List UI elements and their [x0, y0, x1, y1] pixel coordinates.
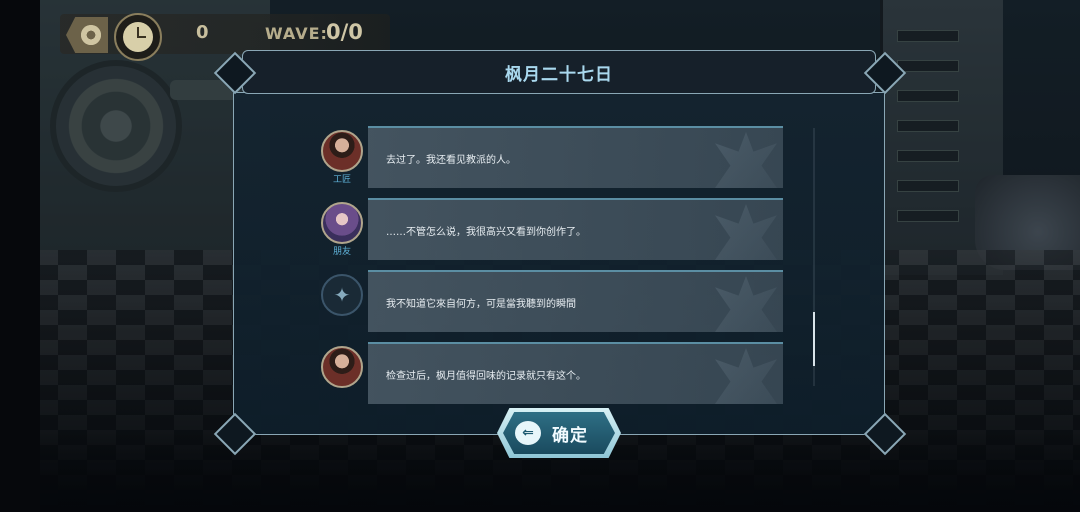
message-item: 工匠 去过了。我还看见教派的人。 — [313, 126, 793, 188]
clock-icon[interactable] — [114, 13, 162, 61]
emblem-avatar-icon: ✦ — [321, 274, 363, 316]
scrollbar-thumb[interactable] — [813, 312, 815, 366]
message-item: 朋友 ……不管怎么说，我很高兴又看到你创作了。 — [313, 198, 793, 260]
message-item: 检查过后，枫月值得回味的记录就只有这个。 — [313, 342, 793, 404]
dialog-title-bar: 枫月二十七日 — [242, 50, 876, 94]
message-bubble: 我不知道它來自何方，可是當我聽到的瞬間 — [368, 270, 783, 332]
speaker-name: 工匠 — [332, 175, 351, 185]
hud-counter: 0 — [196, 22, 209, 43]
message-bubble: ……不管怎么说，我很高兴又看到你创作了。 — [368, 198, 783, 260]
friend-avatar — [321, 202, 363, 244]
dialog-title: 枫月二十七日 — [505, 64, 613, 85]
wave-label: WAVE: — [265, 24, 328, 43]
message-bubble: 检查过后，枫月值得回味的记录就只有这个。 — [368, 342, 783, 404]
craftsman-avatar — [321, 130, 363, 172]
confirm-button[interactable]: ⇐ 确定 — [497, 408, 621, 458]
message-text: 检查过后，枫月值得回味的记录就只有这个。 — [386, 371, 586, 382]
emblem-watermark-icon — [715, 132, 777, 188]
message-text: ……不管怎么说，我很高兴又看到你创作了。 — [386, 227, 586, 238]
confirm-label: 确定 — [552, 426, 588, 446]
message-text: 去过了。我还看见教派的人。 — [386, 155, 516, 166]
message-text: 我不知道它來自何方，可是當我聽到的瞬間 — [386, 299, 576, 310]
message-list[interactable]: 工匠 去过了。我还看见教派的人。 朋友 ……不管怎么说，我很高兴又看到你创作了。… — [313, 126, 793, 426]
wave-value: 0/0 — [326, 20, 363, 44]
speaker-name: 朋友 — [332, 247, 351, 257]
emblem-watermark-icon — [715, 204, 777, 260]
message-bubble: 去过了。我还看见教派的人。 — [368, 126, 783, 188]
emblem-watermark-icon — [715, 348, 777, 404]
craftsman-avatar — [321, 346, 363, 388]
arrow-left-icon: ⇐ — [515, 421, 541, 445]
emblem-watermark-icon — [715, 276, 777, 332]
diary-dialog: 枫月二十七日 工匠 去过了。我还看见教派的人。 朋友 ……不管怎么说，我很高兴又… — [213, 50, 907, 456]
message-item: ✦ 我不知道它來自何方，可是當我聽到的瞬間 — [313, 270, 793, 332]
